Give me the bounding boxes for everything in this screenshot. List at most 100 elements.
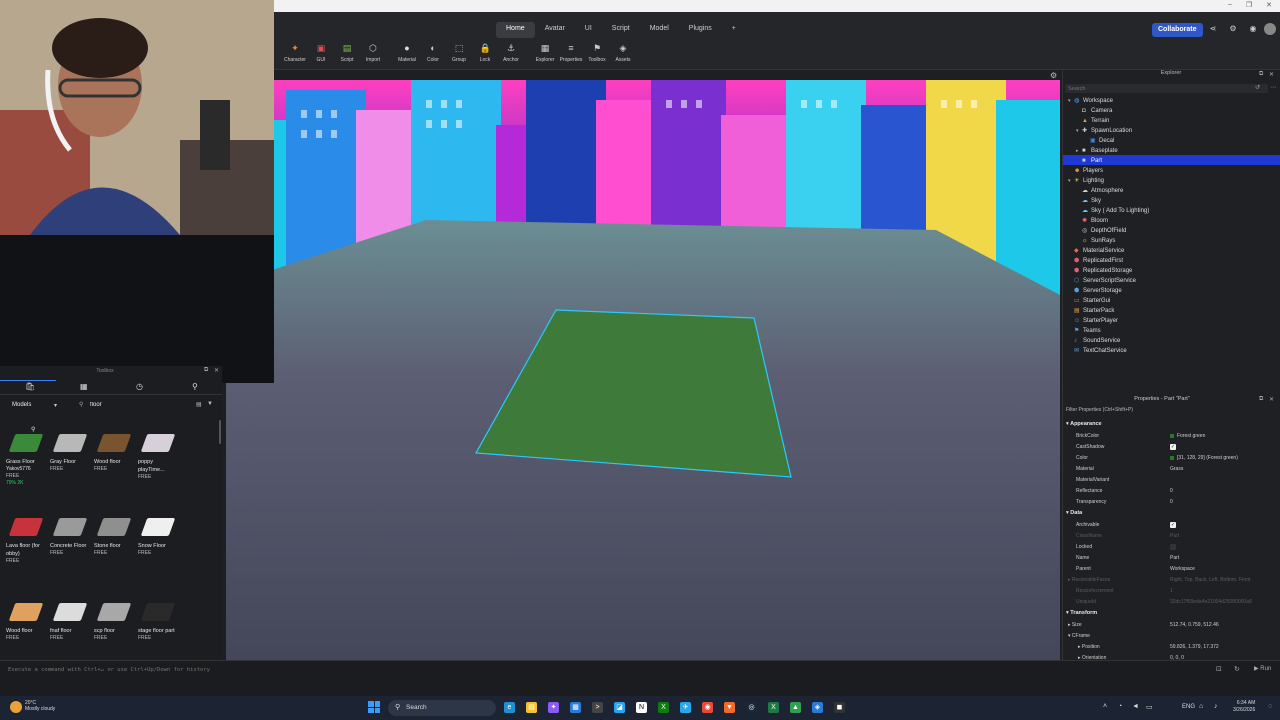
more-icon[interactable]: ⋯ — [1270, 84, 1276, 91]
marketplace-tab-icon[interactable]: 🛍 — [25, 382, 35, 391]
recent-tab-icon[interactable]: ◷ — [136, 382, 143, 391]
explorer-item-lighting[interactable]: ▾ ☀ Lighting — [1068, 176, 1104, 186]
property-value-archivable[interactable]: ✓ — [1170, 522, 1176, 528]
lock-tool-button[interactable]: 🔒 Lock — [472, 42, 498, 68]
toolbox-search-input[interactable] — [78, 399, 196, 411]
property-value-color[interactable]: [31, 128, 29] (Forest green) — [1170, 455, 1238, 461]
asset-card[interactable]: scp floor FREE — [94, 603, 134, 642]
explorer-item-replicatedstorage[interactable]: ⬢ ReplicatedStorage — [1068, 266, 1132, 276]
explorer-item-camera[interactable]: ◘ Camera — [1076, 106, 1112, 116]
run-button[interactable]: ▶ Run — [1254, 665, 1271, 672]
explorer-item-part[interactable]: ■ Part — [1076, 156, 1102, 166]
asset-card[interactable]: Lava floor (for obby) FREE — [6, 518, 46, 565]
explorer-item-soundservice[interactable]: ♪ SoundService — [1068, 336, 1120, 346]
creations-tab-icon[interactable]: ⚲ — [192, 382, 198, 391]
telegram-icon[interactable]: ✈ — [680, 702, 691, 713]
close-icon[interactable]: ✕ — [1269, 71, 1274, 78]
tab-avatar[interactable]: Avatar — [535, 22, 575, 38]
tab-model[interactable]: Model — [640, 22, 679, 38]
bookmark-icon[interactable]: ⊡ — [1216, 665, 1222, 673]
settings-icon[interactable]: ⚙ — [1228, 24, 1238, 34]
excel-icon[interactable]: X — [768, 702, 779, 713]
explorer-item-depthoffield[interactable]: ◎ DepthOfField — [1076, 226, 1126, 236]
clock[interactable]: 6:34 AM 3/26/2026 — [1233, 700, 1255, 714]
viewport-settings-icon[interactable]: ⚙ — [1050, 71, 1057, 80]
explorer-item-terrain[interactable]: ▲ Terrain — [1076, 116, 1109, 126]
avatar[interactable] — [1264, 23, 1276, 35]
toolbox-tool-button[interactable]: ⚑ Toolbox — [584, 42, 610, 68]
scrollbar[interactable] — [219, 420, 221, 444]
explorer-item-decal[interactable]: ▣ Decal — [1084, 136, 1114, 146]
view-toggle-icon[interactable]: ▤ — [196, 401, 202, 408]
tab-script[interactable]: Script — [602, 22, 640, 38]
notion-icon[interactable]: N — [636, 702, 647, 713]
taskbar-search[interactable]: Search — [388, 700, 496, 716]
explorer-item-workspace[interactable]: ▾ ◍ Workspace — [1068, 96, 1113, 106]
tab-home[interactable]: Home — [496, 22, 535, 38]
property-section-data[interactable]: ▾ Data — [1066, 510, 1082, 516]
asset-card[interactable]: Snow Floor FREE — [138, 518, 178, 557]
battery-icon[interactable]: ▭ — [1146, 703, 1153, 711]
photos-icon[interactable]: ◪ — [614, 702, 625, 713]
property-value-size[interactable]: 512.74, 0.759, 512.46 — [1170, 622, 1219, 628]
color-swatch[interactable] — [1170, 433, 1174, 438]
property-value-name[interactable]: Part — [1170, 555, 1179, 561]
close-icon[interactable]: ✕ — [214, 367, 219, 374]
property-section-transform[interactable]: ▾ Transform — [1066, 610, 1097, 616]
anchor-tool-button[interactable]: ⚓ Anchor — [498, 42, 524, 68]
speaker-icon[interactable]: ♪ — [1214, 703, 1218, 710]
notification-icon[interactable]: ◉ — [1248, 24, 1258, 34]
category-select[interactable]: Models — [12, 402, 31, 408]
explorer-item-serverscriptservice[interactable]: ⬡ ServerScriptService — [1068, 276, 1136, 286]
checkbox[interactable]: ✓ — [1170, 522, 1176, 528]
asset-card[interactable]: Gray Floor FREE — [50, 434, 90, 473]
explorer-item-replicatedfirst[interactable]: ⬢ ReplicatedFirst — [1068, 256, 1123, 266]
chevron-up-icon[interactable]: ˄ — [1103, 703, 1107, 710]
property-value-transparency[interactable]: 0 — [1170, 499, 1173, 505]
popout-icon[interactable]: ⧉ — [204, 367, 208, 374]
property-value-castshadow[interactable]: ✓ — [1170, 444, 1176, 450]
import-tool-button[interactable]: ⬡ Import — [360, 42, 386, 68]
explorer-item-bloom[interactable]: ✺ Bloom — [1076, 216, 1108, 226]
property-value-reflectance[interactable]: 0 — [1170, 488, 1173, 494]
explorer-item-atmosphere[interactable]: ☁ Atmosphere — [1076, 186, 1123, 196]
explorer-item-baseplate[interactable]: ▸ ■ Baseplate — [1076, 146, 1118, 156]
history-icon[interactable]: ↺ — [1255, 84, 1260, 91]
asset-card[interactable]: Wood floor FREE — [94, 434, 134, 473]
code-icon[interactable]: ◈ — [812, 702, 823, 713]
asset-card[interactable]: stage floor part FREE — [138, 603, 178, 642]
property-value-brickcolor[interactable]: Forest green — [1170, 433, 1205, 439]
maximize-button[interactable]: ❐ — [1246, 1, 1252, 9]
filter-icon[interactable]: ▼ — [207, 401, 213, 407]
property-value-material[interactable]: Grass — [1170, 466, 1183, 472]
explorer-item-sky[interactable]: ☁ Sky — [1076, 196, 1101, 206]
asset-card[interactable]: Concrete Floor FREE — [50, 518, 90, 557]
asset-card[interactable]: Grass Floor Yakov5776 FREE 79% 2K — [6, 434, 46, 487]
preview-magnifier-icon[interactable]: ⚲ — [31, 426, 35, 433]
property-value-position[interactable]: 59.826, 1.379, 17.372 — [1170, 644, 1219, 650]
language-indicator[interactable]: ENG — [1182, 704, 1195, 710]
checkbox[interactable] — [1170, 544, 1176, 550]
property-filter-input[interactable]: Filter Properties (Ctrl+Shift+P) — [1066, 407, 1133, 413]
weather-widget[interactable]: 20°C Mostly cloudy — [25, 700, 55, 712]
share-icon[interactable]: ⋖ — [1208, 24, 1218, 34]
group-tool-button[interactable]: ⬚ Group — [446, 42, 472, 68]
explorer-item-sunrays[interactable]: ☼ SunRays — [1076, 236, 1115, 246]
explorer-item-starterplayer[interactable]: ☺ StarterPlayer — [1068, 316, 1118, 326]
xbox-icon[interactable]: X — [658, 702, 669, 713]
tab-ui[interactable]: UI — [575, 22, 602, 38]
gui-tool-button[interactable]: ▣ GUI — [308, 42, 334, 68]
wifi-icon[interactable]: ◔ — [1118, 703, 1122, 710]
popout-icon[interactable]: ⧉ — [1259, 71, 1263, 78]
properties-tool-button[interactable]: ≡ Properties — [558, 42, 584, 68]
app-icon[interactable]: ▲ — [790, 702, 801, 713]
chevron-down-icon[interactable]: ▾ — [54, 402, 57, 409]
file-explorer-icon[interactable]: ▤ — [526, 702, 537, 713]
brave-icon[interactable]: ▼ — [724, 702, 735, 713]
minimize-button[interactable]: – — [1228, 1, 1232, 9]
property-section-appearance[interactable]: ▾ Appearance — [1066, 421, 1102, 427]
inventory-tab-icon[interactable]: ▦ — [80, 382, 88, 391]
chrome-icon[interactable]: ◉ — [702, 702, 713, 713]
tab-add[interactable]: + — [722, 22, 746, 38]
explorer-item-starterpack[interactable]: ▤ StarterPack — [1068, 306, 1114, 316]
